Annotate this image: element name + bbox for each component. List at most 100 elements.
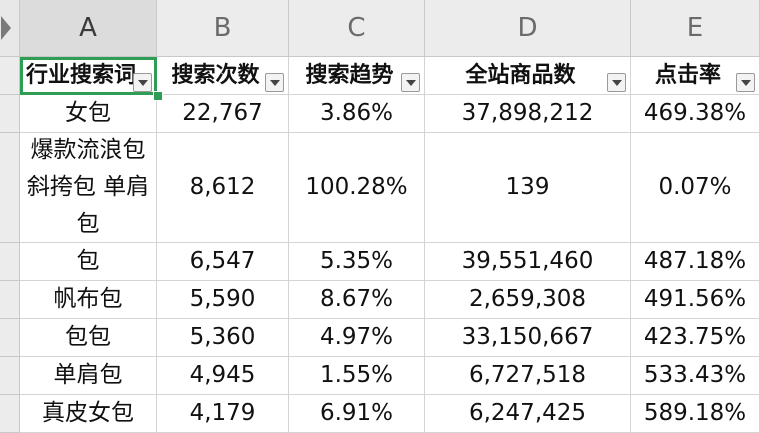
cell-text: 4,945	[189, 362, 256, 388]
table-cell[interactable]: 487.18%	[631, 243, 760, 281]
cell-text: 0.07%	[658, 174, 732, 200]
table-cell[interactable]: 5,590	[157, 281, 289, 319]
cell-text: 37,898,212	[461, 100, 594, 126]
table-cell[interactable]: 包包	[20, 319, 157, 357]
table-cell[interactable]: 423.75%	[631, 319, 760, 357]
cell-text: 33,150,667	[461, 324, 594, 350]
table-cell[interactable]: 5,360	[157, 319, 289, 357]
cell-text: 589.18%	[643, 400, 747, 426]
cell-text: 4.97%	[319, 324, 394, 350]
cell-text: 5,360	[189, 324, 256, 350]
table-cell[interactable]: 5.35%	[289, 243, 425, 281]
header-cell[interactable]: 行业搜索词	[20, 57, 157, 95]
cell-text: 搜索趋势	[305, 63, 394, 88]
cell-text: 单肩包	[53, 362, 123, 388]
cell-text: 包包	[65, 324, 111, 350]
cell-text: 5.35%	[319, 248, 394, 274]
column-header-c[interactable]: C	[289, 0, 425, 57]
cell-text: 487.18%	[643, 248, 747, 274]
cell-text: 469.38%	[643, 100, 747, 126]
fill-handle[interactable]	[153, 91, 163, 101]
table-cell[interactable]: 589.18%	[631, 395, 760, 433]
filter-dropdown-icon[interactable]	[401, 73, 420, 92]
filter-dropdown-icon[interactable]	[265, 73, 284, 92]
table-cell[interactable]: 37,898,212	[425, 95, 631, 133]
table-cell[interactable]: 39,551,460	[425, 243, 631, 281]
row-header[interactable]	[0, 243, 20, 281]
row-header[interactable]	[0, 95, 20, 133]
header-cell[interactable]: 搜索次数	[157, 57, 289, 95]
column-header-b[interactable]: B	[157, 0, 289, 57]
table-cell[interactable]: 22,767	[157, 95, 289, 133]
spreadsheet-grid: ABCDE 行业搜索词 搜索次数 搜索趋势 全站商品数 点击率女包 22,767 3.86%…	[0, 0, 760, 433]
column-header-a[interactable]: A	[20, 0, 157, 57]
table-cell[interactable]: 491.56%	[631, 281, 760, 319]
row-header[interactable]	[0, 57, 20, 95]
table-cell[interactable]: 4,945	[157, 357, 289, 395]
header-cell[interactable]: 点击率	[631, 57, 760, 95]
cell-text: 1.55%	[319, 362, 394, 388]
row-header[interactable]	[0, 395, 20, 433]
table-cell[interactable]: 8.67%	[289, 281, 425, 319]
cell-text: 423.75%	[643, 324, 747, 350]
select-all-icon	[1, 16, 11, 40]
table-cell[interactable]: 包	[20, 243, 157, 281]
cell-text: 包	[76, 248, 100, 274]
table-cell[interactable]: 139	[425, 133, 631, 243]
table-cell[interactable]: 6.91%	[289, 395, 425, 433]
table-cell[interactable]: 帆布包	[20, 281, 157, 319]
cell-text: 行业搜索词	[25, 63, 136, 88]
cell-text: 100.28%	[305, 174, 408, 200]
cell-text: 爆款流浪包 斜挎包 单肩包	[26, 137, 150, 237]
cell-text: 2,659,308	[468, 286, 587, 312]
cell-text: 39,551,460	[461, 248, 594, 274]
cell-text: 491.56%	[643, 286, 747, 312]
table-cell[interactable]: 1.55%	[289, 357, 425, 395]
table-cell[interactable]: 爆款流浪包 斜挎包 单肩包	[20, 133, 157, 243]
cell-text: 533.43%	[643, 362, 747, 388]
row-header[interactable]	[0, 357, 20, 395]
table-cell[interactable]: 469.38%	[631, 95, 760, 133]
row-header[interactable]	[0, 319, 20, 357]
header-cell[interactable]: 全站商品数	[425, 57, 631, 95]
table-cell[interactable]: 4,179	[157, 395, 289, 433]
table-cell[interactable]: 3.86%	[289, 95, 425, 133]
cell-text: 真皮女包	[42, 400, 134, 426]
cell-text: 5,590	[189, 286, 256, 312]
table-cell[interactable]: 6,247,425	[425, 395, 631, 433]
table-cell[interactable]: 533.43%	[631, 357, 760, 395]
cell-text: 139	[505, 174, 550, 200]
table-cell[interactable]: 33,150,667	[425, 319, 631, 357]
column-header-e[interactable]: E	[631, 0, 760, 57]
filter-dropdown-icon[interactable]	[133, 73, 152, 92]
header-cell[interactable]: 搜索趋势	[289, 57, 425, 95]
table-cell[interactable]: 100.28%	[289, 133, 425, 243]
cell-text: 搜索次数	[171, 63, 260, 88]
table-cell[interactable]: 6,547	[157, 243, 289, 281]
cell-text: 6.91%	[319, 400, 394, 426]
table-cell[interactable]: 真皮女包	[20, 395, 157, 433]
row-header[interactable]	[0, 133, 20, 243]
table-cell[interactable]: 女包	[20, 95, 157, 133]
table-cell[interactable]: 6,727,518	[425, 357, 631, 395]
select-all-corner[interactable]	[0, 0, 20, 57]
cell-text: 6,247,425	[468, 400, 587, 426]
cell-text: 女包	[65, 100, 111, 126]
table-cell[interactable]: 2,659,308	[425, 281, 631, 319]
table-cell[interactable]: 单肩包	[20, 357, 157, 395]
cell-text: 点击率	[654, 63, 721, 88]
table-cell[interactable]: 4.97%	[289, 319, 425, 357]
cell-text: 帆布包	[53, 286, 123, 312]
column-header-d[interactable]: D	[425, 0, 631, 57]
cell-text: 4,179	[189, 400, 256, 426]
filter-dropdown-icon[interactable]	[736, 73, 755, 92]
cell-text: 3.86%	[319, 100, 394, 126]
row-header[interactable]	[0, 281, 20, 319]
cell-text: 8.67%	[319, 286, 394, 312]
cell-text: 6,727,518	[468, 362, 587, 388]
table-cell[interactable]: 0.07%	[631, 133, 760, 243]
table-cell[interactable]: 8,612	[157, 133, 289, 243]
cell-text: 全站商品数	[465, 63, 576, 88]
cell-text: 22,767	[182, 100, 263, 126]
filter-dropdown-icon[interactable]	[607, 73, 626, 92]
